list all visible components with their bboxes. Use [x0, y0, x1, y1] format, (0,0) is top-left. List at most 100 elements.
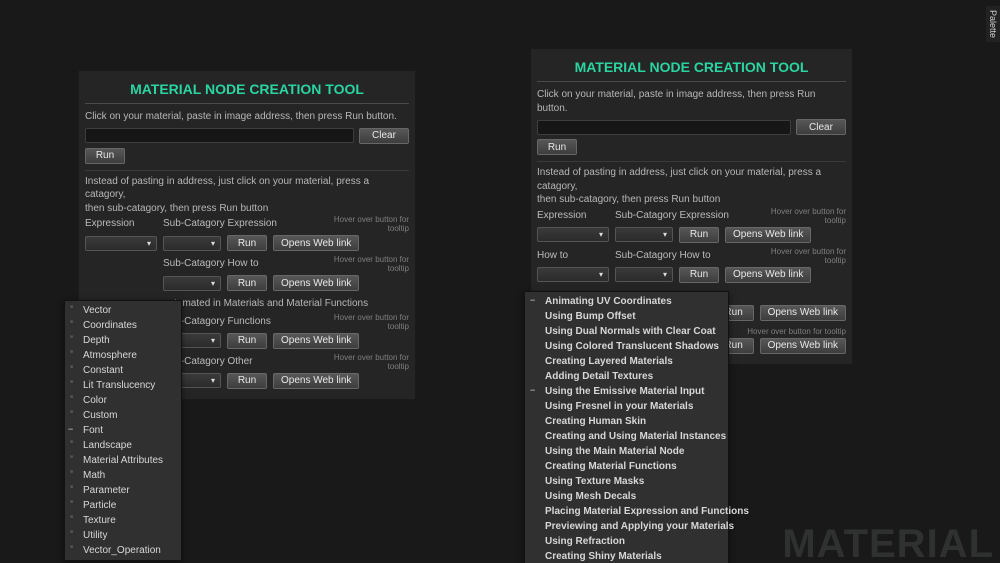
dropdown-item-label: Using Mesh Decals	[545, 491, 636, 502]
dropdown-item[interactable]: Creating Shiny Materials	[525, 549, 728, 563]
dropdown-item-label: Using Texture Masks	[545, 476, 644, 487]
open-web-button[interactable]: Opens Web link	[760, 305, 846, 321]
run-button[interactable]: Run	[227, 235, 267, 251]
run-button[interactable]: Run	[679, 227, 719, 243]
tooltip-hint: Hover over button for tooltip	[747, 327, 846, 336]
expression-dropdown[interactable]: VectorCoordinates Depth Atmosphere Constant…	[64, 300, 182, 561]
howto-label	[85, 258, 163, 273]
run-button[interactable]: Run	[227, 333, 267, 349]
run-button[interactable]: Run	[227, 373, 267, 389]
expression-label: Expression	[537, 210, 615, 225]
chevron-down-icon: ▾	[147, 239, 151, 248]
dropdown-item-label: Utility	[83, 530, 107, 541]
dropdown-item-label: Creating Human Skin	[545, 416, 646, 427]
dropdown-item-label: Using Fresnel in your Materials	[545, 401, 693, 412]
sub-howto-select[interactable]: ▾	[163, 276, 221, 291]
dropdown-item-label: Font	[83, 425, 103, 436]
expand-icon: −	[530, 295, 535, 305]
dropdown-item[interactable]: Using the Main Material Node	[525, 444, 728, 459]
sub-other-label: Sub-Catagory Other	[163, 356, 313, 371]
dropdown-item-label: Color	[83, 395, 107, 406]
run-button[interactable]: Run	[85, 148, 125, 164]
dropdown-item[interactable]: Depth	[65, 333, 181, 348]
dropdown-item-label: Using Dual Normals with Clear Coat	[545, 326, 716, 337]
open-web-button[interactable]: Opens Web link	[273, 333, 359, 349]
sub-howto-label: Sub-Catagory How to	[615, 250, 765, 265]
dropdown-item-label: Landscape	[83, 440, 132, 451]
dropdown-item[interactable]: Parameter	[65, 483, 181, 498]
sub-expression-select[interactable]: ▾	[615, 227, 673, 242]
open-web-button[interactable]: Opens Web link	[273, 275, 359, 291]
sub-expression-select[interactable]: ▾	[163, 236, 221, 251]
open-web-button[interactable]: Opens Web link	[273, 235, 359, 251]
dropdown-item[interactable]: Utility	[65, 528, 181, 543]
dropdown-item[interactable]: Creating Layered Materials	[525, 354, 728, 369]
chevron-down-icon: ▾	[663, 230, 667, 239]
dropdown-item-label: Depth	[83, 335, 110, 346]
open-web-button[interactable]: Opens Web link	[725, 227, 811, 243]
palette-tab[interactable]: Palette	[986, 6, 1000, 42]
dropdown-item[interactable]: Math	[65, 468, 181, 483]
run-button[interactable]: Run	[537, 139, 577, 155]
address-input[interactable]	[85, 128, 354, 143]
dropdown-item[interactable]: Texture	[65, 513, 181, 528]
dropdown-item-label: Previewing and Applying your Materials	[545, 521, 734, 532]
dropdown-item[interactable]: Using Texture Masks	[525, 474, 728, 489]
open-web-button[interactable]: Opens Web link	[273, 373, 359, 389]
open-web-button[interactable]: Opens Web link	[760, 338, 846, 354]
dropdown-item[interactable]: Material Attributes	[65, 453, 181, 468]
run-button[interactable]: Run	[679, 267, 719, 283]
expression-label: Expression	[85, 218, 163, 233]
dropdown-item-label: Custom	[83, 410, 117, 421]
sub-howto-select[interactable]: ▾	[615, 267, 673, 282]
dropdown-item[interactable]: Vector_Operation	[65, 543, 181, 558]
dropdown-item[interactable]: Vector	[65, 303, 181, 318]
tooltip-hint: Hover over button for tooltip	[313, 215, 409, 233]
expression-select[interactable]: ▾	[85, 236, 157, 251]
dropdown-item[interactable]: Custom	[65, 408, 181, 423]
dropdown-item[interactable]: Constant	[65, 363, 181, 378]
dropdown-item[interactable]: Particle	[65, 498, 181, 513]
tooltip-hint: Hover over button for tooltip	[313, 255, 409, 273]
dropdown-item[interactable]: Using Bump Offset	[525, 309, 728, 324]
tooltip-hint: Hover over button for tooltip	[313, 353, 409, 371]
chevron-down-icon: ▾	[599, 270, 603, 279]
tooltip-hint: Hover over button for tooltip	[313, 313, 409, 331]
dropdown-item[interactable]: Placing Material Expression and Function…	[525, 504, 728, 519]
dropdown-item[interactable]: Using Colored Translucent Shadows	[525, 339, 728, 354]
dropdown-item-label: Atmosphere	[83, 350, 137, 361]
dropdown-item[interactable]: Coordinates	[65, 318, 181, 333]
dropdown-item[interactable]: −Animating UV Coordinates	[525, 294, 728, 309]
dropdown-item[interactable]: Atmosphere	[65, 348, 181, 363]
dropdown-item[interactable]: Color	[65, 393, 181, 408]
howto-dropdown[interactable]: −Animating UV CoordinatesUsing Bump Offs…	[524, 291, 729, 563]
dropdown-item[interactable]: Previewing and Applying your Materials	[525, 519, 728, 534]
dropdown-item[interactable]: Creating Material Functions	[525, 459, 728, 474]
dropdown-item[interactable]: Using Dual Normals with Clear Coat	[525, 324, 728, 339]
chevron-down-icon: ▾	[211, 279, 215, 288]
dropdown-item-label: Using the Emissive Material Input	[545, 386, 704, 397]
dropdown-item[interactable]: Creating and Using Material Instances	[525, 429, 728, 444]
dropdown-item[interactable]: Using Mesh Decals	[525, 489, 728, 504]
dropdown-item[interactable]: Using Refraction	[525, 534, 728, 549]
open-web-button[interactable]: Opens Web link	[725, 267, 811, 283]
run-button[interactable]: Run	[227, 275, 267, 291]
instruction-line-1: Click on your material, paste in image a…	[85, 110, 409, 124]
dropdown-item-label: Vector_Operation	[83, 545, 161, 556]
clear-button[interactable]: Clear	[359, 128, 409, 144]
tooltip-hint: Hover over button for tooltip	[765, 207, 846, 225]
dropdown-item[interactable]: Landscape	[65, 438, 181, 453]
expression-select[interactable]: ▾	[537, 227, 609, 242]
dropdown-item[interactable]: Creating Human Skin	[525, 414, 728, 429]
dropdown-item[interactable]: −Using the Emissive Material Input	[525, 384, 728, 399]
dropdown-item[interactable]: −Font	[65, 423, 181, 438]
instruction-line-2b: then sub-catagory, then press Run button	[537, 193, 846, 207]
dropdown-item[interactable]: Adding Detail Textures	[525, 369, 728, 384]
clear-button[interactable]: Clear	[796, 119, 846, 135]
dropdown-item-label: Creating Layered Materials	[545, 356, 673, 367]
dropdown-item[interactable]: Using Fresnel in your Materials	[525, 399, 728, 414]
howto-select[interactable]: ▾	[537, 267, 609, 282]
dropdown-item[interactable]: Lit Translucency	[65, 378, 181, 393]
expand-icon: −	[68, 424, 73, 434]
address-input[interactable]	[537, 120, 791, 135]
